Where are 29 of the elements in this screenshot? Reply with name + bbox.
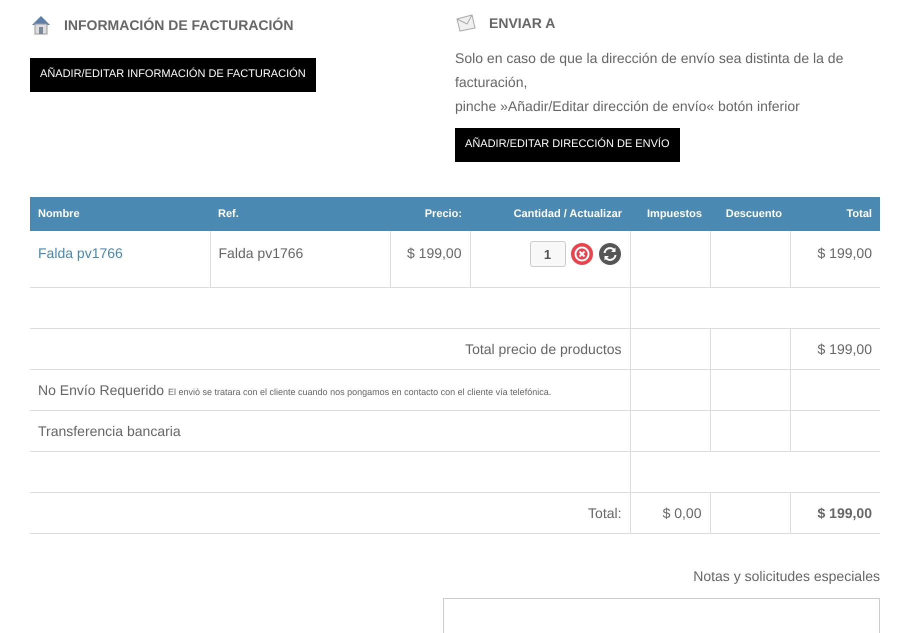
house-icon — [30, 14, 52, 36]
notes-label: Notas y solicitudes especiales — [693, 568, 880, 584]
column-header: Ref. — [210, 197, 390, 231]
section-title: ENVIAR A — [489, 15, 556, 31]
line-total: $ 199,00 — [818, 245, 872, 261]
edit-billing-button[interactable]: AÑADIR/EDITAR INFORMACIÓN DE FACTURACIÓN — [30, 58, 316, 92]
column-header: Descuento — [710, 197, 790, 231]
column-header: Total — [790, 197, 880, 231]
remove-icon[interactable] — [570, 242, 594, 266]
note-text: pinche »Añadir/Editar dirección de envío« botón inferior — [455, 98, 800, 114]
summary-label: Total precio de productos — [465, 341, 622, 357]
grand-total: $ 199,00 — [818, 505, 872, 521]
section-title: INFORMACIÓN DE FACTURACIÓN — [64, 17, 294, 33]
column-header: Cantidad / Actualizar — [470, 197, 630, 231]
payment-method: Transferencia bancaria — [38, 423, 181, 439]
refresh-icon[interactable] — [598, 242, 622, 266]
edit-shipping-button[interactable]: AÑADIR/EDITAR DIRECCIÓN DE ENVÍO — [455, 128, 680, 162]
unit-price: $ 199,00 — [407, 245, 462, 261]
product-link[interactable]: Falda pv1766 — [38, 245, 123, 261]
shipping-method: No Envío Requerido El enviò se tratara con el cliente cuando nos pongamos en contacto con el cliente vía telefónica. — [38, 382, 552, 398]
product-ref: Falda pv1766 — [218, 245, 304, 261]
envelope-icon — [455, 14, 477, 32]
quantity-field[interactable]: 1 — [530, 241, 566, 267]
column-header: Precio: — [390, 197, 470, 231]
tax-total: $ 0,00 — [662, 505, 702, 521]
summary-value: $ 199,00 — [818, 341, 872, 357]
column-header: Nombre — [30, 197, 210, 231]
column-header: Impuestos — [630, 197, 710, 231]
summary-label: Total: — [588, 505, 622, 521]
